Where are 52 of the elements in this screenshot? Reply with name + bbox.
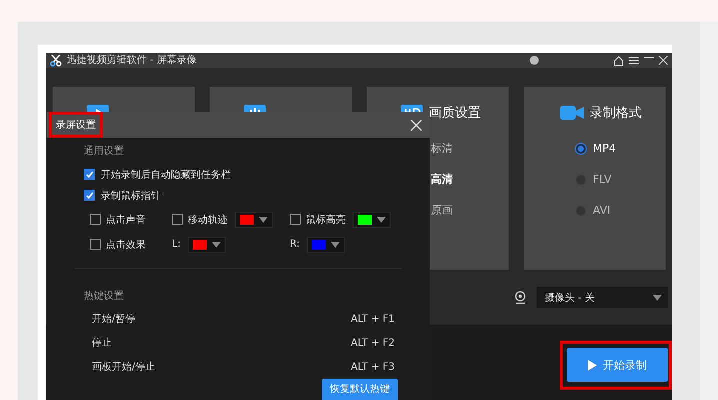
quality-option[interactable]: 高清 (431, 171, 453, 188)
checkbox[interactable] (290, 214, 301, 225)
home-icon[interactable] (614, 56, 624, 66)
option-label: 鼠标高亮 (306, 214, 346, 226)
format-option[interactable]: FLV (593, 173, 612, 186)
option-label: 点击效果 (106, 238, 146, 252)
caret-icon (653, 294, 662, 300)
close-icon[interactable] (411, 120, 422, 130)
color-label: L: (172, 239, 181, 250)
camera-dropdown[interactable]: 摄像头 - 关 (537, 287, 668, 308)
webcam-icon (514, 291, 527, 304)
camcorder-icon (560, 105, 584, 121)
hotkey-value[interactable]: ALT + F3 (351, 362, 395, 372)
option-label: 录制鼠标指针 (101, 190, 161, 202)
card-title: 画质设置 (429, 105, 481, 122)
section-heading: 通用设置 (84, 146, 125, 158)
hotkey-value[interactable]: ALT + F2 (351, 338, 395, 348)
menu-icon[interactable] (629, 56, 639, 64)
checkbox[interactable] (90, 214, 101, 225)
card-title: 录制格式 (590, 105, 642, 122)
close-icon[interactable] (659, 56, 668, 65)
caret-icon (331, 242, 340, 248)
play-icon (588, 360, 597, 370)
hotkey-action: 开始/暂停 (92, 312, 136, 326)
checkbox[interactable] (90, 239, 101, 250)
color-dropdown[interactable] (188, 236, 226, 252)
color-label: R: (290, 239, 300, 250)
dialog-title: 录屏设置 (49, 112, 103, 138)
hotkey-value[interactable]: ALT + F1 (351, 314, 395, 324)
checkbox[interactable] (172, 214, 183, 225)
option-label: 开始录制后自动隐藏到任务栏 (101, 168, 231, 182)
radio-button[interactable] (576, 144, 586, 154)
format-option[interactable]: MP4 (593, 142, 616, 155)
caret-icon (259, 216, 268, 222)
color-dropdown[interactable] (307, 236, 346, 252)
caret-icon (212, 242, 221, 248)
quality-option[interactable]: 原画 (431, 202, 453, 219)
hotkey-action: 画板开始/停止 (92, 360, 156, 374)
color-dropdown[interactable] (235, 212, 273, 228)
caret-icon (377, 216, 386, 222)
window-title: 迅捷视频剪辑软件 - 屏幕录像 (67, 54, 197, 66)
checkbox[interactable] (84, 190, 95, 201)
section-heading: 热键设置 (84, 290, 125, 303)
scissors-icon (50, 54, 62, 66)
checkbox[interactable] (84, 169, 95, 180)
avatar-icon[interactable] (530, 56, 539, 65)
color-dropdown[interactable] (353, 212, 391, 228)
hotkey-action: 停止 (92, 336, 112, 350)
option-label: 移动轨迹 (188, 214, 228, 226)
option-label: 点击声音 (106, 214, 146, 226)
format-option[interactable]: AVI (593, 204, 611, 217)
quality-option[interactable]: 标清 (431, 140, 453, 157)
